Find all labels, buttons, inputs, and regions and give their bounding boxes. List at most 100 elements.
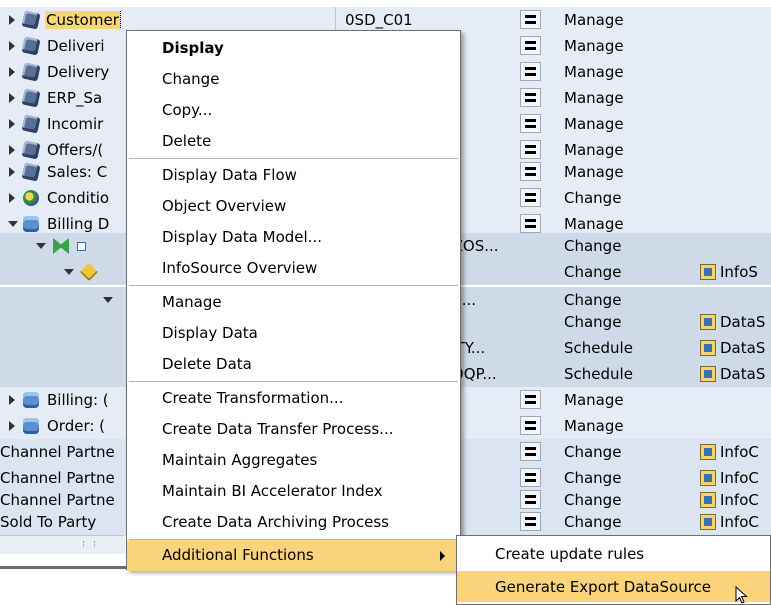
action-label[interactable]: Manage [564,391,624,409]
expand-arrow-icon[interactable] [9,145,15,155]
mouse-cursor-icon [735,586,749,604]
menu-item-create-dtp[interactable]: Create Data Transfer Process... [127,414,460,445]
collapse-arrow-icon[interactable] [103,297,113,303]
menu-item-delete-data[interactable]: Delete Data [127,349,460,380]
action-label[interactable]: Change [564,469,621,487]
tree-node-label[interactable]: Offers/( [47,141,125,159]
collapse-arrow-icon[interactable] [8,221,18,227]
action-label[interactable]: Schedule [564,339,633,357]
tree-node-label[interactable]: Billing: ( [47,391,125,409]
infoarea-cube-icon [21,10,41,30]
expand-arrow-icon[interactable] [9,193,15,203]
action-label[interactable]: Manage [564,141,624,159]
equals-button[interactable] [520,214,541,233]
menu-item-display-data-flow[interactable]: Display Data Flow [127,160,460,191]
menu-item-delete[interactable]: Delete [127,126,460,157]
infoarea-cube-icon [21,162,41,182]
expand-arrow-icon[interactable] [9,41,15,51]
action-label[interactable]: Change [564,189,621,207]
expand-arrow-icon[interactable] [9,119,15,129]
expand-arrow-icon[interactable] [9,421,15,431]
action-label[interactable]: Change [564,291,621,309]
action-label[interactable]: Schedule [564,365,633,383]
equals-button[interactable] [520,490,541,509]
action-label[interactable]: Manage [564,215,624,233]
expand-arrow-icon[interactable] [9,167,15,177]
equals-button[interactable] [520,10,541,29]
menu-item-maintain-aggregates[interactable]: Maintain Aggregates [127,445,460,476]
infocube-type-icon [700,444,716,460]
equals-button[interactable] [520,468,541,487]
tree-node-label[interactable]: ERP_Sa [47,89,125,107]
object-type-label: InfoC [720,513,759,531]
object-type: InfoC [700,491,771,509]
action-label[interactable]: Manage [564,163,624,181]
menu-item-display-data[interactable]: Display Data [127,318,460,349]
horizontal-scrollbar[interactable] [0,535,125,554]
expand-arrow-icon[interactable] [9,93,15,103]
menu-item-create-dap[interactable]: Create Data Archiving Process [127,507,460,538]
tree-node-label[interactable]: Sold To Party [0,513,125,531]
tree-node-label[interactable]: Incomir [47,115,125,133]
equals-button[interactable] [520,416,541,435]
submenu-item-generate-export-datasource[interactable]: Generate Export DataSource [457,571,770,602]
tree-node-label[interactable]: Conditio [47,189,125,207]
infocube-type-icon [700,514,716,530]
equals-button[interactable] [520,162,541,181]
action-label[interactable]: Manage [564,417,624,435]
equals-button[interactable] [520,442,541,461]
menu-item-create-transformation[interactable]: Create Transformation... [127,383,460,414]
action-label[interactable]: Manage [564,115,624,133]
action-label[interactable]: Change [564,491,621,509]
equals-button[interactable] [520,140,541,159]
expand-arrow-icon[interactable] [9,15,15,25]
tree-node-label[interactable]: Billing D [47,215,125,233]
tree-node-label[interactable]: Order: ( [47,417,125,435]
collapse-arrow-icon[interactable] [36,243,46,249]
tree-node-label[interactable]: Channel Partne [0,469,125,487]
infoarea-cube-icon [21,88,41,108]
menu-item-display[interactable]: Display [127,33,460,64]
menu-separator [129,158,458,159]
action-label[interactable]: Manage [564,63,624,81]
submenu-item-create-update-rules[interactable]: Create update rules [457,538,770,569]
tree-node-label[interactable]: Customer [45,11,121,29]
menu-item-object-overview[interactable]: Object Overview [127,191,460,222]
equals-button[interactable] [520,390,541,409]
menu-item-change[interactable]: Change [127,64,460,95]
action-label[interactable]: Manage [564,37,624,55]
submenu-arrow-icon [440,551,445,561]
infosource-icon [79,262,99,282]
infoprovider-cylinder-icon [23,418,39,434]
menu-item-display-data-model[interactable]: Display Data Model... [127,222,460,253]
action-label[interactable]: Change [564,263,621,281]
action-label[interactable]: Manage [564,11,624,29]
equals-button[interactable] [520,36,541,55]
tree-node-label[interactable]: Channel Partne [0,443,125,461]
action-label[interactable]: Change [564,513,621,531]
action-label[interactable]: Change [564,313,621,331]
menu-item-additional-functions[interactable]: Additional Functions [127,540,460,571]
equals-button[interactable] [520,88,541,107]
equals-button[interactable] [520,114,541,133]
equals-button[interactable] [520,512,541,531]
collapse-arrow-icon[interactable] [64,269,74,275]
scroll-grip-icon[interactable] [83,541,95,547]
expand-arrow-icon[interactable] [9,67,15,77]
action-label[interactable]: Change [564,443,621,461]
equals-button[interactable] [520,62,541,81]
tree-node-label[interactable]: Delivery [47,63,125,81]
tree-node-label[interactable]: Channel Partne [0,491,125,509]
tree-node-label[interactable]: Sales: C [47,163,125,181]
tree-node-label[interactable]: Deliveri [47,37,125,55]
node-marker-icon [77,242,86,251]
expand-arrow-icon[interactable] [9,395,15,405]
menu-item-manage[interactable]: Manage [127,287,460,318]
menu-item-maintain-bia-index[interactable]: Maintain BI Accelerator Index [127,476,460,507]
menu-item-infosource-overview[interactable]: InfoSource Overview [127,253,460,284]
action-label[interactable]: Manage [564,89,624,107]
action-label[interactable]: Change [564,237,621,255]
object-type-label: InfoC [720,469,759,487]
equals-button[interactable] [520,188,541,207]
menu-item-copy[interactable]: Copy... [127,95,460,126]
